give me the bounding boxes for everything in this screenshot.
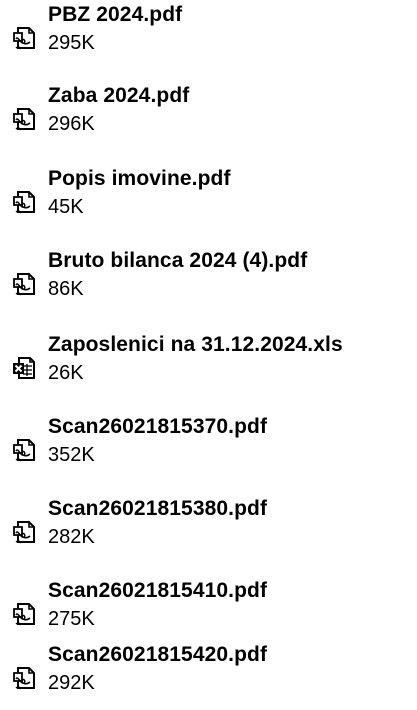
attachment-item-pbz-2024[interactable]: PBZ 2024.pdf 295K — [0, 0, 417, 70]
file-size: 26K — [48, 362, 84, 384]
pdf-file-icon — [12, 270, 38, 298]
file-size: 86K — [48, 278, 84, 300]
pdf-file-icon — [12, 436, 38, 464]
file-size: 45K — [48, 196, 84, 218]
attachment-item-scan-26021815380[interactable]: Scan26021815380.pdf 282K — [0, 494, 417, 564]
attachment-item-bruto-bilanca[interactable]: Bruto bilanca 2024 (4).pdf 86K — [0, 246, 417, 316]
attachment-item-zaposlenici[interactable]: Zaposlenici na 31.12.2024.xls 26K — [0, 330, 417, 400]
pdf-file-icon — [12, 24, 38, 52]
pdf-file-icon — [12, 664, 38, 692]
file-size: 295K — [48, 32, 95, 54]
file-size: 292K — [48, 672, 95, 694]
pdf-file-icon — [12, 600, 38, 628]
excel-file-icon — [12, 354, 38, 382]
file-name: Scan26021815370.pdf — [48, 415, 268, 438]
pdf-file-icon — [12, 188, 38, 216]
file-name: Zaposlenici na 31.12.2024.xls — [48, 333, 343, 356]
file-name: Zaba 2024.pdf — [48, 84, 190, 107]
file-name: Bruto bilanca 2024 (4).pdf — [48, 249, 308, 272]
pdf-file-icon — [12, 518, 38, 546]
file-size: 296K — [48, 113, 95, 135]
attachment-item-popis-imovine[interactable]: Popis imovine.pdf 45K — [0, 164, 417, 234]
file-name: Scan26021815420.pdf — [48, 643, 268, 666]
file-size: 275K — [48, 608, 95, 630]
attachment-list: PBZ 2024.pdf 295K Zaba 2024.pdf 296K Pop… — [0, 0, 417, 710]
file-size: 352K — [48, 444, 95, 466]
attachment-item-scan-26021815410[interactable]: Scan26021815410.pdf 275K — [0, 576, 417, 646]
file-name: Scan26021815380.pdf — [48, 497, 268, 520]
file-name: Popis imovine.pdf — [48, 167, 231, 190]
file-name: Scan26021815410.pdf — [48, 579, 268, 602]
attachment-item-zaba-2024[interactable]: Zaba 2024.pdf 296K — [0, 81, 417, 151]
file-name: PBZ 2024.pdf — [48, 3, 183, 26]
attachment-item-scan-26021815370[interactable]: Scan26021815370.pdf 352K — [0, 412, 417, 482]
file-size: 282K — [48, 526, 95, 548]
pdf-file-icon — [12, 105, 38, 133]
attachment-item-scan-26021815420[interactable]: Scan26021815420.pdf 292K — [0, 640, 417, 710]
